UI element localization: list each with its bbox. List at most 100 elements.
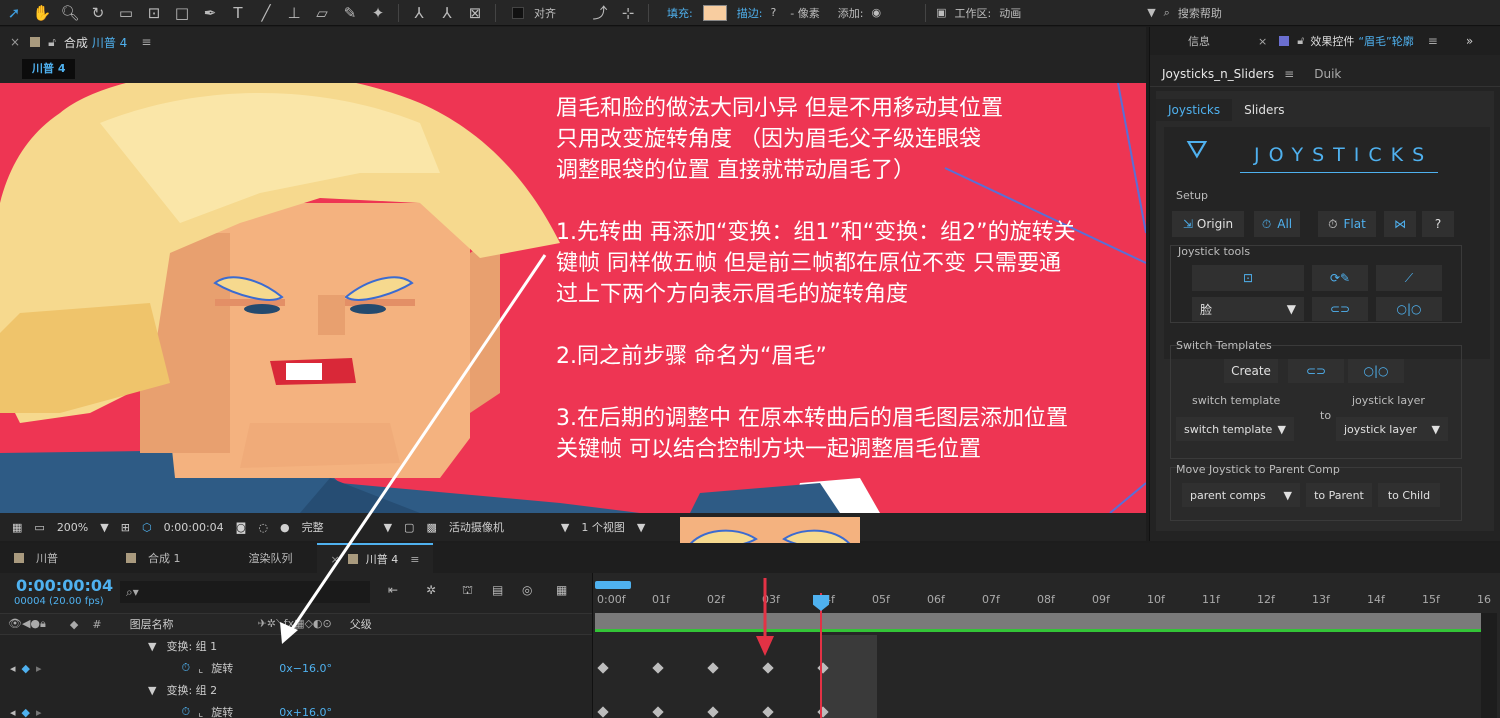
template-unlink-button[interactable]: ○|○ (1348, 359, 1404, 383)
resolution-value[interactable]: 完整 (302, 519, 372, 535)
tab-joysticks-sliders[interactable]: Joysticks_n_Sliders (1162, 67, 1274, 81)
draft-3d-icon[interactable]: ✲ (426, 583, 436, 597)
timeline-timecode[interactable]: 0:00:00:04 (16, 576, 113, 595)
keyframe-tracks[interactable] (593, 635, 1485, 718)
collapse-triangle-icon[interactable]: ▼ (148, 684, 156, 697)
brush-tool-icon[interactable]: ╱ (252, 2, 280, 24)
playhead-line[interactable] (820, 593, 822, 718)
keyframe[interactable] (652, 662, 664, 674)
align-checkbox[interactable] (512, 6, 524, 19)
keyframe[interactable] (762, 662, 774, 674)
next-keyframe-icon[interactable]: ▸ (36, 706, 42, 718)
workspace-value[interactable]: 动画 (999, 5, 1139, 21)
create-button[interactable]: Create (1224, 359, 1278, 383)
all-button[interactable]: ⏱ All (1254, 211, 1300, 237)
keyframe[interactable] (707, 706, 719, 718)
frame-blending-icon[interactable]: ▤ (492, 583, 503, 597)
timeline-right-scrollbar[interactable] (1481, 613, 1497, 718)
workspace-dropdown-icon[interactable]: ▼ (1147, 6, 1155, 19)
stopwatch-icon[interactable]: ⏱ (182, 705, 191, 718)
stroke-label[interactable]: 描边: (737, 5, 763, 21)
tab-joysticks[interactable]: Joysticks (1156, 99, 1233, 121)
tab-chuanpu4[interactable]: × 川普 4 ≡ (316, 543, 434, 573)
zoom-dropdown-icon[interactable]: ▼ (100, 521, 108, 534)
keyframe[interactable] (597, 662, 609, 674)
next-keyframe-icon[interactable]: ▸ (36, 662, 42, 675)
close-icon[interactable]: × (331, 553, 340, 566)
prev-keyframe-icon[interactable]: ◂ (10, 706, 16, 718)
eraser-tool-icon[interactable]: ▱ (308, 2, 336, 24)
snapshot-icon[interactable]: ◙ (236, 521, 247, 534)
always-preview-icon[interactable]: ▦ (12, 521, 22, 534)
shy-layers-icon[interactable]: ⛫ (462, 583, 473, 599)
pen-tool-icon[interactable]: ✒ (196, 2, 224, 24)
time-ruler[interactable]: 0:00f01f02f03f04f05f06f07f08f09f10f11f12… (593, 591, 1491, 611)
camera-dropdown-icon[interactable]: ▼ (561, 521, 569, 534)
to-parent-button[interactable]: to Parent (1306, 483, 1372, 507)
timeline-graph-area[interactable]: 0:00f01f02f03f04f05f06f07f08f09f10f11f12… (592, 573, 1500, 718)
panel-menu-icon[interactable]: ≡ (1428, 34, 1438, 48)
rotate-pen-button[interactable]: ⟳✎ (1312, 265, 1368, 291)
camera-tool-icon[interactable]: ▭ (112, 2, 140, 24)
add-keyframe-icon[interactable]: ◆ (22, 662, 30, 675)
tab-chuanpu[interactable]: 川普 (0, 543, 72, 573)
channel-icon[interactable]: ● (280, 521, 290, 534)
keyframe[interactable] (762, 706, 774, 718)
curve-button[interactable]: ⟋ (1376, 265, 1442, 291)
mask-visibility-icon[interactable]: ⬡ (142, 521, 152, 534)
unlink-button[interactable]: ○|○ (1376, 297, 1442, 321)
tab-sliders[interactable]: Sliders (1232, 99, 1296, 121)
search-help-input[interactable]: 搜索帮助 (1178, 5, 1222, 21)
switch-template-dropdown[interactable]: switch template ▼ (1176, 417, 1294, 441)
panel-menu-icon[interactable]: ≡ (141, 35, 151, 49)
stopwatch-icon[interactable]: ⏱ (182, 661, 191, 675)
rotation-value[interactable]: 0x−16.0° (279, 662, 332, 675)
tab-effects-prefix[interactable]: 效果控件 (1310, 33, 1354, 49)
vr-icon[interactable]: ▣ (936, 6, 946, 19)
pan-behind-tool-icon[interactable]: ⊡ (140, 2, 168, 24)
close-icon[interactable]: × (1246, 35, 1279, 48)
flat-button[interactable]: ⏱ Flat (1318, 211, 1376, 237)
views-value[interactable]: 1 个视图 (581, 519, 625, 535)
axis-local-icon[interactable]: ⅄ (405, 2, 433, 24)
camera-value[interactable]: 活动摄像机 (449, 519, 549, 535)
help-button[interactable]: ? (1422, 211, 1454, 237)
origin-button[interactable]: ⇲ Origin (1172, 211, 1244, 237)
mirror-button[interactable]: ⋈ (1384, 211, 1416, 237)
transparency-grid-icon[interactable]: ▩ (426, 521, 436, 534)
monitor-icon[interactable]: ▭ (34, 521, 44, 534)
fill-label[interactable]: 填充: (667, 5, 693, 21)
graph-icon[interactable]: ⌞ (198, 662, 203, 675)
resolution-dropdown-icon[interactable]: ▼ (384, 521, 392, 534)
group1-rotation-row[interactable]: ◂ ◆ ▸ ⏱ ⌞ 旋转 0x−16.0° (0, 657, 592, 679)
face-dropdown[interactable]: 脸 ▼ (1192, 297, 1304, 321)
rotation-value[interactable]: 0x+16.0° (279, 706, 332, 718)
graph-editor-icon[interactable]: ▦ (556, 583, 567, 597)
add-menu-icon[interactable]: ◉ (871, 6, 881, 19)
rectangle-tool-icon[interactable]: □ (168, 2, 196, 24)
rotate-tool-icon[interactable]: ↻ (84, 2, 112, 24)
group2-row[interactable]: ▼ 变换: 组 2 (0, 679, 592, 701)
link-button[interactable]: ⊂⊃ (1312, 297, 1368, 321)
panel-overflow-icon[interactable]: » (1466, 34, 1473, 48)
roto-brush-tool-icon[interactable]: ✎ (336, 2, 364, 24)
stroke-width[interactable]: - 像素 (790, 5, 819, 21)
fill-color-swatch[interactable] (702, 4, 727, 21)
work-area-bar[interactable] (595, 613, 1483, 629)
prev-keyframe-icon[interactable]: ◂ (10, 662, 16, 675)
lock-icon[interactable]: 🔓︎ (48, 35, 56, 50)
close-icon[interactable]: × (10, 35, 20, 49)
viewer-timecode[interactable]: 0:00:00:04 (164, 521, 224, 534)
tab-effects-name[interactable]: “眉毛”轮廓 (1358, 33, 1413, 49)
tab-render-queue[interactable]: 渲染队列 (235, 543, 307, 573)
keyframe[interactable] (597, 706, 609, 718)
joystick-layer-dropdown[interactable]: joystick layer ▼ (1336, 417, 1448, 441)
safe-area-icon[interactable]: ⊞ (121, 521, 130, 534)
group1-row[interactable]: ▼ 变换: 组 1 (0, 635, 592, 657)
show-snapshot-icon[interactable]: ◌ (258, 521, 268, 534)
search-icon[interactable]: ⌕ (1164, 6, 1170, 20)
zoom-value[interactable]: 200% (57, 521, 88, 534)
graph-icon[interactable]: ⌞ (198, 706, 203, 718)
hand-tool-icon[interactable]: ✋ (28, 2, 56, 24)
comp-tab-name[interactable]: 川普 4 (92, 34, 127, 51)
